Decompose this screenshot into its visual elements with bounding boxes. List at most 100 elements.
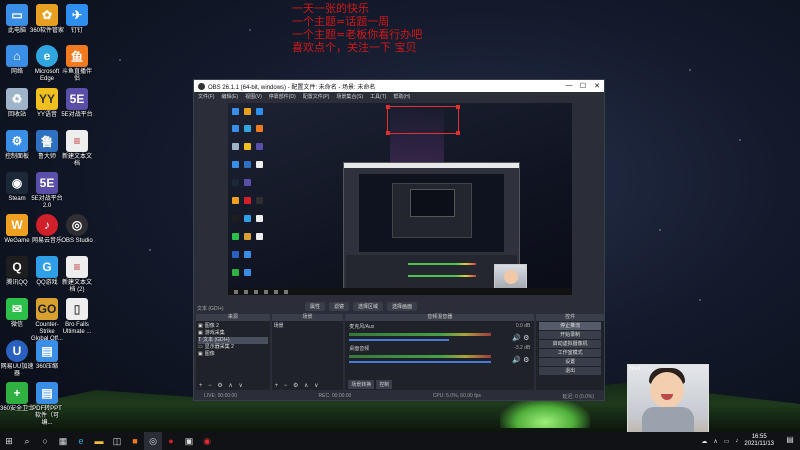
notification-icon[interactable]: ▤ bbox=[784, 435, 796, 447]
studio-mode-button[interactable]: 工作室模式 bbox=[539, 349, 601, 357]
source-item[interactable]: ▣ 游戏采集 bbox=[198, 330, 268, 337]
desktop-icon-computer[interactable]: ▭ 此电脑 bbox=[0, 4, 34, 35]
desktop-icon-netease-music[interactable]: ♪ 网易云音乐 bbox=[30, 214, 64, 245]
menu-file[interactable]: 文件(F) bbox=[198, 93, 214, 100]
source-toolbar: 属性 滤镜 选择区域 选择画面 bbox=[305, 302, 418, 311]
select-region-button[interactable]: 选择区域 bbox=[353, 302, 384, 311]
360-manager-icon: ✿ bbox=[36, 4, 58, 26]
file-explorer-icon[interactable]: ▬ bbox=[90, 432, 108, 450]
desktop-icon-wechat[interactable]: ✉ 微信 bbox=[0, 298, 34, 329]
sources-dock-footer[interactable]: + − ⚙ ∧ ∨ bbox=[199, 382, 245, 389]
desktop-icon-dingtalk[interactable]: ✈ 钉钉 bbox=[60, 4, 94, 35]
filters-button[interactable]: 滤镜 bbox=[329, 302, 350, 311]
edge-icon[interactable]: e bbox=[72, 432, 90, 450]
desktop-icon-text-file-2[interactable]: ≡ 新建文本文档 (2) bbox=[60, 256, 94, 294]
desktop-icon-edge[interactable]: e Microsoft Edge bbox=[30, 45, 64, 83]
desktop-icon-360-zip[interactable]: ▤ 360压缩 bbox=[30, 340, 64, 371]
start-recording-button[interactable]: 开始录制 bbox=[539, 331, 601, 339]
volume-slider[interactable] bbox=[349, 339, 449, 341]
volume-slider[interactable] bbox=[349, 361, 491, 363]
douyu-icon[interactable]: ■ bbox=[126, 432, 144, 450]
preview-selected-text-source[interactable] bbox=[386, 105, 460, 135]
desktop-icon-control-panel[interactable]: ⚙ 控制面板 bbox=[0, 130, 34, 161]
desktop-icon-pdf-ppt[interactable]: ▤ PDF转PPT软件（可编... bbox=[30, 382, 64, 427]
speaker-icon[interactable]: 🔊 bbox=[512, 357, 521, 364]
minimize-icon[interactable]: — bbox=[562, 82, 576, 90]
desktop-icon-360-security[interactable]: +360安全卫士 bbox=[0, 382, 34, 413]
source-item[interactable]: ▣ 图像 2 bbox=[198, 323, 268, 330]
close-icon[interactable]: ✕ bbox=[590, 82, 604, 90]
system-tray: ☁ ∧ ▭ ♪ 16:55 2021/11/13 bbox=[701, 432, 774, 450]
menu-view[interactable]: 视图(V) bbox=[245, 93, 262, 100]
properties-button[interactable]: 属性 bbox=[305, 302, 326, 311]
apps-icon[interactable]: ▣ bbox=[180, 432, 198, 450]
resize-handle[interactable] bbox=[386, 105, 390, 109]
desktop-icon-recycle-bin[interactable]: ♻ 回收站 bbox=[0, 88, 34, 119]
desktop-icon-ludashi[interactable]: 鲁鲁大师 bbox=[30, 130, 64, 161]
speaker-icon[interactable]: 🔊 bbox=[512, 335, 521, 342]
source-item[interactable]: T 文本 (GDI+) bbox=[198, 337, 268, 344]
menu-edit[interactable]: 编辑(E) bbox=[221, 93, 238, 100]
desktop-icon-obs[interactable]: ◎ OBS Studio bbox=[60, 214, 94, 245]
desktop-icon-steam[interactable]: ◉ Steam bbox=[0, 172, 34, 203]
desktop-icon-5e[interactable]: 5E 5E对战平台 bbox=[60, 88, 94, 119]
obs-titlebar[interactable]: OBS 26.1.1 (64-bit, windows) - 配置文件: 未命名… bbox=[194, 80, 604, 92]
obs-window[interactable]: OBS 26.1.1 (64-bit, windows) - 配置文件: 未命名… bbox=[193, 79, 605, 401]
resize-handle[interactable] bbox=[386, 131, 390, 135]
network-tray-icon[interactable]: ▭ bbox=[724, 438, 730, 445]
tab-scene-transitions[interactable]: 场景转换 bbox=[348, 380, 375, 389]
desktop-icon-qq[interactable]: Q 腾讯QQ bbox=[0, 256, 34, 287]
desktop-icon-5e-2[interactable]: 5E 5E对战平台 2.0 bbox=[30, 172, 64, 210]
desktop-icon-qq-game[interactable]: G QQ游戏 bbox=[30, 256, 64, 287]
desktop-icon-360-manager[interactable]: ✿ 360软件管家 bbox=[30, 4, 64, 35]
tab-mixer[interactable]: 控制 bbox=[376, 380, 393, 389]
chevron-up-icon[interactable]: ∧ bbox=[713, 438, 717, 445]
windows-start-icon[interactable]: ⊞ bbox=[0, 432, 18, 450]
select-screen-button[interactable]: 选择画面 bbox=[387, 302, 418, 311]
desktop-icon-text-file[interactable]: ≡ 新建文本文档 bbox=[60, 130, 94, 168]
menu-help[interactable]: 帮助(H) bbox=[393, 93, 410, 100]
settings-button[interactable]: 设置 bbox=[539, 358, 601, 366]
weibo-icon[interactable]: ◉ bbox=[198, 432, 216, 450]
resize-handle[interactable] bbox=[456, 105, 460, 109]
desktop-icon-wegame[interactable]: W WeGame bbox=[0, 214, 34, 245]
audio-mixer-dock: 音频混音器 麦克风/Aux 0.0 dB 🔊 ⚙ 桌面音频 -3.2 dB 🔊 … bbox=[345, 314, 535, 390]
widgets-icon[interactable]: ▦ bbox=[54, 432, 72, 450]
source-item[interactable]: ▣ 图像 bbox=[198, 351, 268, 358]
5e-platform-icon: 5E bbox=[66, 88, 88, 110]
menu-docks[interactable]: 停靠部件(D) bbox=[269, 93, 296, 100]
control-panel-icon: ⚙ bbox=[6, 130, 28, 152]
start-virtual-camera-button[interactable]: 启动虚拟摄像机 bbox=[539, 340, 601, 348]
netease-music-icon[interactable]: ● bbox=[162, 432, 180, 450]
gear-icon[interactable]: ⚙ bbox=[523, 357, 529, 364]
desktop-icon-uu-booster[interactable]: U 网易UU加速器 bbox=[0, 340, 34, 378]
obs-icon[interactable]: ◎ bbox=[144, 432, 162, 450]
desktop-icon-bro-falls[interactable]: ▯ Bro Falls Ultimate ... bbox=[60, 298, 94, 336]
overlay-caption: 一天一张的快乐 一个主题=话题一周 一个主题=老板你看行办吧 喜欢点个，关注一下… bbox=[292, 2, 422, 54]
desktop-icon-csgo[interactable]: GO Counter-Strike Global Off... bbox=[30, 298, 64, 343]
clock[interactable]: 16:55 2021/11/13 bbox=[744, 434, 774, 448]
task-view-icon[interactable]: ○ bbox=[36, 432, 54, 450]
maximize-icon[interactable]: ☐ bbox=[576, 82, 590, 90]
stop-streaming-button[interactable]: 停止推流 bbox=[539, 322, 601, 330]
volume-icon[interactable]: ♪ bbox=[735, 438, 738, 444]
obs-preview-canvas[interactable] bbox=[228, 103, 572, 295]
gear-icon[interactable]: ⚙ bbox=[523, 335, 529, 342]
qq-game-icon: G bbox=[36, 256, 58, 278]
menu-tools[interactable]: 工具(T) bbox=[370, 93, 386, 100]
menu-scene-collection[interactable]: 场景集合(S) bbox=[336, 93, 363, 100]
network-icon: ⌂ bbox=[6, 45, 28, 67]
search-icon[interactable]: ⌕ bbox=[18, 432, 36, 450]
resize-handle[interactable] bbox=[456, 131, 460, 135]
exit-button[interactable]: 退出 bbox=[539, 367, 601, 375]
menu-profile[interactable]: 配置文件(P) bbox=[303, 93, 330, 100]
scenes-dock-footer[interactable]: + − ⚙ ∧ ∨ bbox=[275, 382, 321, 389]
store-icon[interactable]: ◫ bbox=[108, 432, 126, 450]
desktop-icon-yy[interactable]: YY YY语音 bbox=[30, 88, 64, 119]
preview-taskbar bbox=[228, 288, 572, 295]
cloud-icon[interactable]: ☁ bbox=[701, 438, 707, 445]
desktop-icon-network[interactable]: ⌂ 网络 bbox=[0, 45, 34, 76]
scene-item[interactable]: 场景 bbox=[274, 323, 342, 330]
desktop-icon-douyu[interactable]: 鱼斗鱼直播伴侣 bbox=[60, 45, 94, 83]
source-item[interactable]: ▭ 显示器采集 2 bbox=[198, 344, 268, 351]
